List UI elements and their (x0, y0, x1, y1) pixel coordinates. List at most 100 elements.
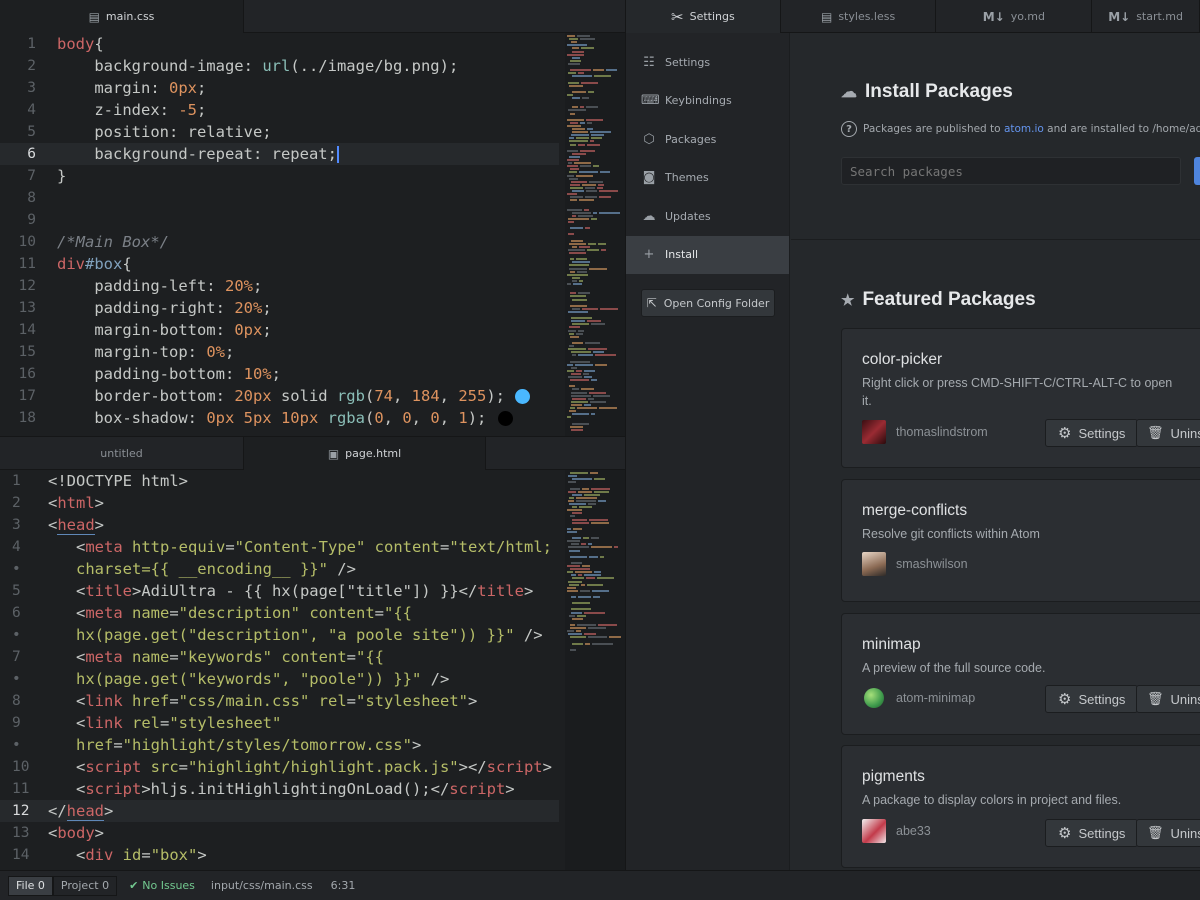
minimap[interactable] (565, 470, 625, 870)
cloud-download-icon: ☁ (841, 84, 857, 101)
package-author[interactable]: smashwilson (862, 552, 968, 576)
search-packages-input[interactable] (841, 157, 1181, 185)
minimap-stroke (588, 242, 596, 245)
code-line[interactable]: 8 (0, 187, 559, 209)
code-line[interactable]: 10 <script src="highlight/highlight.pack… (0, 756, 559, 778)
settings-button[interactable]: ⚙ Settings (1045, 685, 1138, 713)
code-line[interactable]: • hx(page.get("description", "a poole si… (0, 624, 559, 646)
code-line[interactable]: 14 margin-bottom: 0px; (0, 319, 559, 341)
code-line[interactable]: 3 margin: 0px; (0, 77, 559, 99)
package-card-pigments: pigments ▯◻ A package to display colors … (841, 745, 1200, 868)
minimap-stroke (572, 388, 579, 391)
code-text: <link href="css/main.css" rel="styleshee… (48, 692, 478, 710)
code-line[interactable]: • charset={{ __encoding__ }}" /> (0, 558, 559, 580)
settings-nav-packages[interactable]: ⬡ Packages (626, 120, 789, 159)
code-line[interactable]: 1 <!DOCTYPE html> (0, 470, 559, 492)
settings-nav-install[interactable]: + Install (626, 235, 789, 274)
code-line[interactable]: 3 <head> (0, 514, 559, 536)
tab-styles-less[interactable]: ▤ styles.less (781, 0, 937, 33)
code-line[interactable]: 7 <meta name="keywords" content="{{ (0, 646, 559, 668)
tab-main-css[interactable]: ▤ main.css (0, 0, 244, 33)
code-line[interactable]: • hx(page.get("keywords", "poole")) }}" … (0, 668, 559, 690)
file-issues-tab[interactable]: File 0 (8, 875, 53, 896)
top-tab-bar: ▤ main.css (0, 0, 625, 33)
code-line[interactable]: 12 padding-left: 20%; (0, 275, 559, 297)
minimap-stroke (571, 317, 592, 320)
minimap-stroke (569, 503, 586, 505)
html-code-editor[interactable]: 1 <!DOCTYPE html> 2 <html> 3 <head> 4 <meta ht… (0, 470, 559, 870)
code-line[interactable]: 9 <link rel="stylesheet" (0, 712, 559, 734)
code-text: <meta http-equiv="Content-Type" content=… (48, 538, 552, 556)
code-line[interactable]: 6 <meta name="description" content="{{ (0, 602, 559, 624)
cursor-position[interactable]: 6:31 (331, 879, 356, 892)
code-line[interactable]: 11 <script>hljs.initHighlightingOnLoad()… (0, 778, 559, 800)
settings-button[interactable]: ⚙ Settings (1045, 819, 1138, 847)
code-line[interactable]: 13 padding-right: 20%; (0, 297, 559, 319)
package-card-color-picker: color-picker ▯◻ Right click or press CMD… (841, 328, 1200, 468)
code-line[interactable]: 10 /*Main Box*/ (0, 231, 559, 253)
code-line[interactable]: 11 div#box{ (0, 253, 559, 275)
code-line[interactable]: 2 <html> (0, 492, 559, 514)
css-code-editor[interactable]: 1 body{2 background-image: url(../image/b… (0, 33, 559, 436)
minimap[interactable] (565, 33, 625, 436)
minimap-stroke (573, 527, 582, 530)
code-line[interactable]: 4 <meta http-equiv="Content-Type" conten… (0, 536, 559, 558)
minimap-stroke (614, 546, 618, 549)
css3-icon: ▤ (820, 9, 833, 24)
code-line[interactable]: 15 margin-top: 0%; (0, 341, 559, 363)
code-text: </head> (48, 802, 114, 821)
minimap-stroke (570, 487, 580, 490)
code-line[interactable]: 7} (0, 165, 559, 187)
package-author[interactable]: thomaslindstrom (862, 420, 988, 444)
code-line[interactable]: 1 body{ (0, 33, 559, 55)
settings-nav-keybindings[interactable]: ⌨ Keybindings (626, 82, 789, 121)
settings-button[interactable]: ⚙ Settings (1045, 419, 1138, 447)
code-line[interactable]: 13 <body> (0, 822, 559, 844)
settings-sidebar: ☷ Settings ⌨ Keybindings ⬡ Packages ◙ Themes ☁ Up… (626, 33, 790, 870)
code-line[interactable]: 14 <div id="box"> (0, 844, 559, 866)
author-name: atom-minimap (896, 691, 976, 705)
minimap-stroke (571, 428, 583, 431)
uninstall-button[interactable]: 🗑 Unins (1136, 419, 1200, 447)
code-line[interactable]: 2 background-image: url(../image/bg.png)… (0, 55, 559, 77)
search-button[interactable] (1194, 157, 1200, 185)
code-line[interactable]: 9 (0, 209, 559, 231)
minimap-stroke (568, 329, 576, 332)
minimap-stroke (570, 270, 575, 273)
package-author[interactable]: abe33 (862, 819, 931, 843)
no-issues-label[interactable]: No Issues (142, 879, 195, 892)
tab-start-md[interactable]: M↓ start.md (1092, 0, 1200, 33)
code-line[interactable]: 12 </head> (0, 800, 559, 822)
package-author[interactable]: atom-minimap (862, 686, 975, 710)
code-line[interactable]: 16 padding-bottom: 10%; (0, 363, 559, 385)
code-line[interactable]: 18 box-shadow: 0px 5px 10px rgba(0, 0, 0… (0, 407, 559, 429)
code-line[interactable]: 5 <title>AdiUltra - {{ hx(page["title"])… (0, 580, 559, 602)
code-text: div#box{ (57, 255, 132, 273)
atom-io-link[interactable]: atom.io (1004, 123, 1044, 135)
tab-settings[interactable]: ✂ Settings (626, 0, 781, 33)
minimap-stroke (571, 608, 591, 611)
tab-untitled[interactable]: untitled (0, 437, 244, 470)
code-line[interactable]: 5 position: relative; (0, 121, 559, 143)
settings-nav-updates[interactable]: ☁ Updates (626, 197, 789, 236)
uninstall-button[interactable]: 🗑 Unins (1136, 685, 1200, 713)
tab-yo-md[interactable]: M↓ yo.md (936, 0, 1093, 33)
code-line[interactable]: • href="highlight/styles/tomorrow.css"> (0, 734, 559, 756)
minimap-stroke (577, 623, 596, 626)
tab-page-html[interactable]: ▣ page.html (244, 437, 486, 470)
code-line[interactable]: 4 z-index: -5; (0, 99, 559, 121)
project-issues-tab[interactable]: Project 0 (52, 875, 118, 896)
minimap-stroke (569, 410, 576, 413)
open-config-folder-button[interactable]: ⇱ Open Config Folder (641, 289, 775, 317)
settings-nav-themes[interactable]: ◙ Themes (626, 159, 789, 198)
file-path[interactable]: input/css/main.css (211, 879, 313, 892)
minimap-stroke (587, 320, 601, 323)
minimap-stroke (568, 109, 586, 112)
code-line[interactable]: 6 background-repeat: repeat; (0, 143, 559, 165)
settings-nav-settings[interactable]: ☷ Settings (626, 43, 789, 82)
uninstall-button[interactable]: 🗑 Unins (1136, 819, 1200, 847)
minimap-stroke (599, 211, 620, 214)
code-line[interactable]: 17 border-bottom: 20px solid rgb(74, 184… (0, 385, 559, 407)
minimap-stroke (572, 323, 589, 326)
code-line[interactable]: 8 <link href="css/main.css" rel="stylesh… (0, 690, 559, 712)
